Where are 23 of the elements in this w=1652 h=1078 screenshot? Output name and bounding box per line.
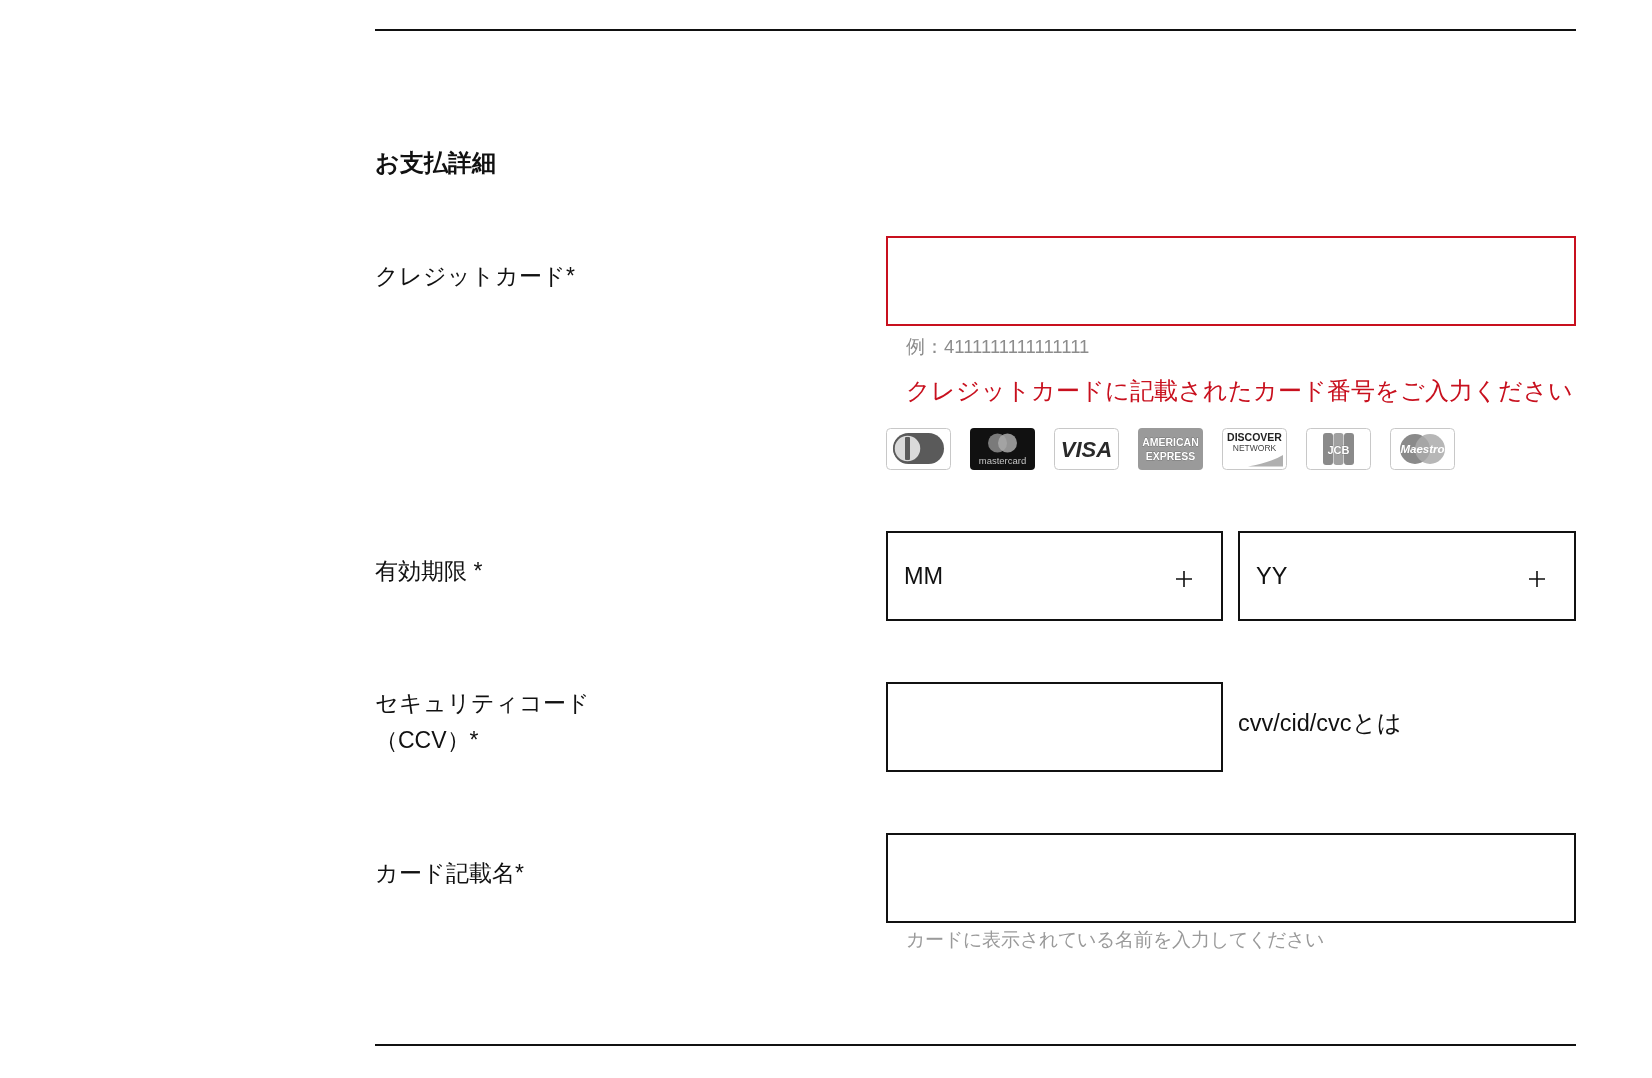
field-label: クレジットカード* (375, 261, 575, 291)
plus-icon (1529, 570, 1545, 587)
month-select[interactable]: MM (886, 531, 1223, 621)
security-code-input[interactable] (886, 682, 1223, 772)
cardholder-name-input[interactable] (886, 833, 1576, 923)
field-label: セキュリティコード（CCV）* (375, 689, 591, 755)
cvv-help-link[interactable]: cvv/cid/cvcとは (1238, 708, 1402, 738)
maestro-logo: Maestro (1390, 428, 1455, 470)
card-brand-icon (886, 428, 951, 470)
error-message: クレジットカードに記載されたカード番号をご入力ください (906, 376, 1573, 406)
hint-text: カードに表示されている名前を入力してください (906, 928, 1324, 952)
jcb-logo: JCB (1306, 428, 1371, 470)
year-select[interactable]: YY (1238, 531, 1576, 621)
amex-logo: AMERICAN EXPRESS (1138, 428, 1203, 470)
card-number-input[interactable] (886, 236, 1576, 326)
discover-logo: DISCOVER NETWORK (1222, 428, 1287, 470)
field-label: カード記載名* (375, 858, 524, 888)
mastercard-logo: mastercard (970, 428, 1035, 470)
plus-icon (1176, 570, 1192, 587)
section-heading: お支払詳細 (375, 148, 496, 178)
hint-text: 例：4111111111111111 (906, 335, 1090, 359)
visa-logo: VISA (1054, 428, 1119, 470)
field-label: 有効期限 * (375, 556, 483, 586)
